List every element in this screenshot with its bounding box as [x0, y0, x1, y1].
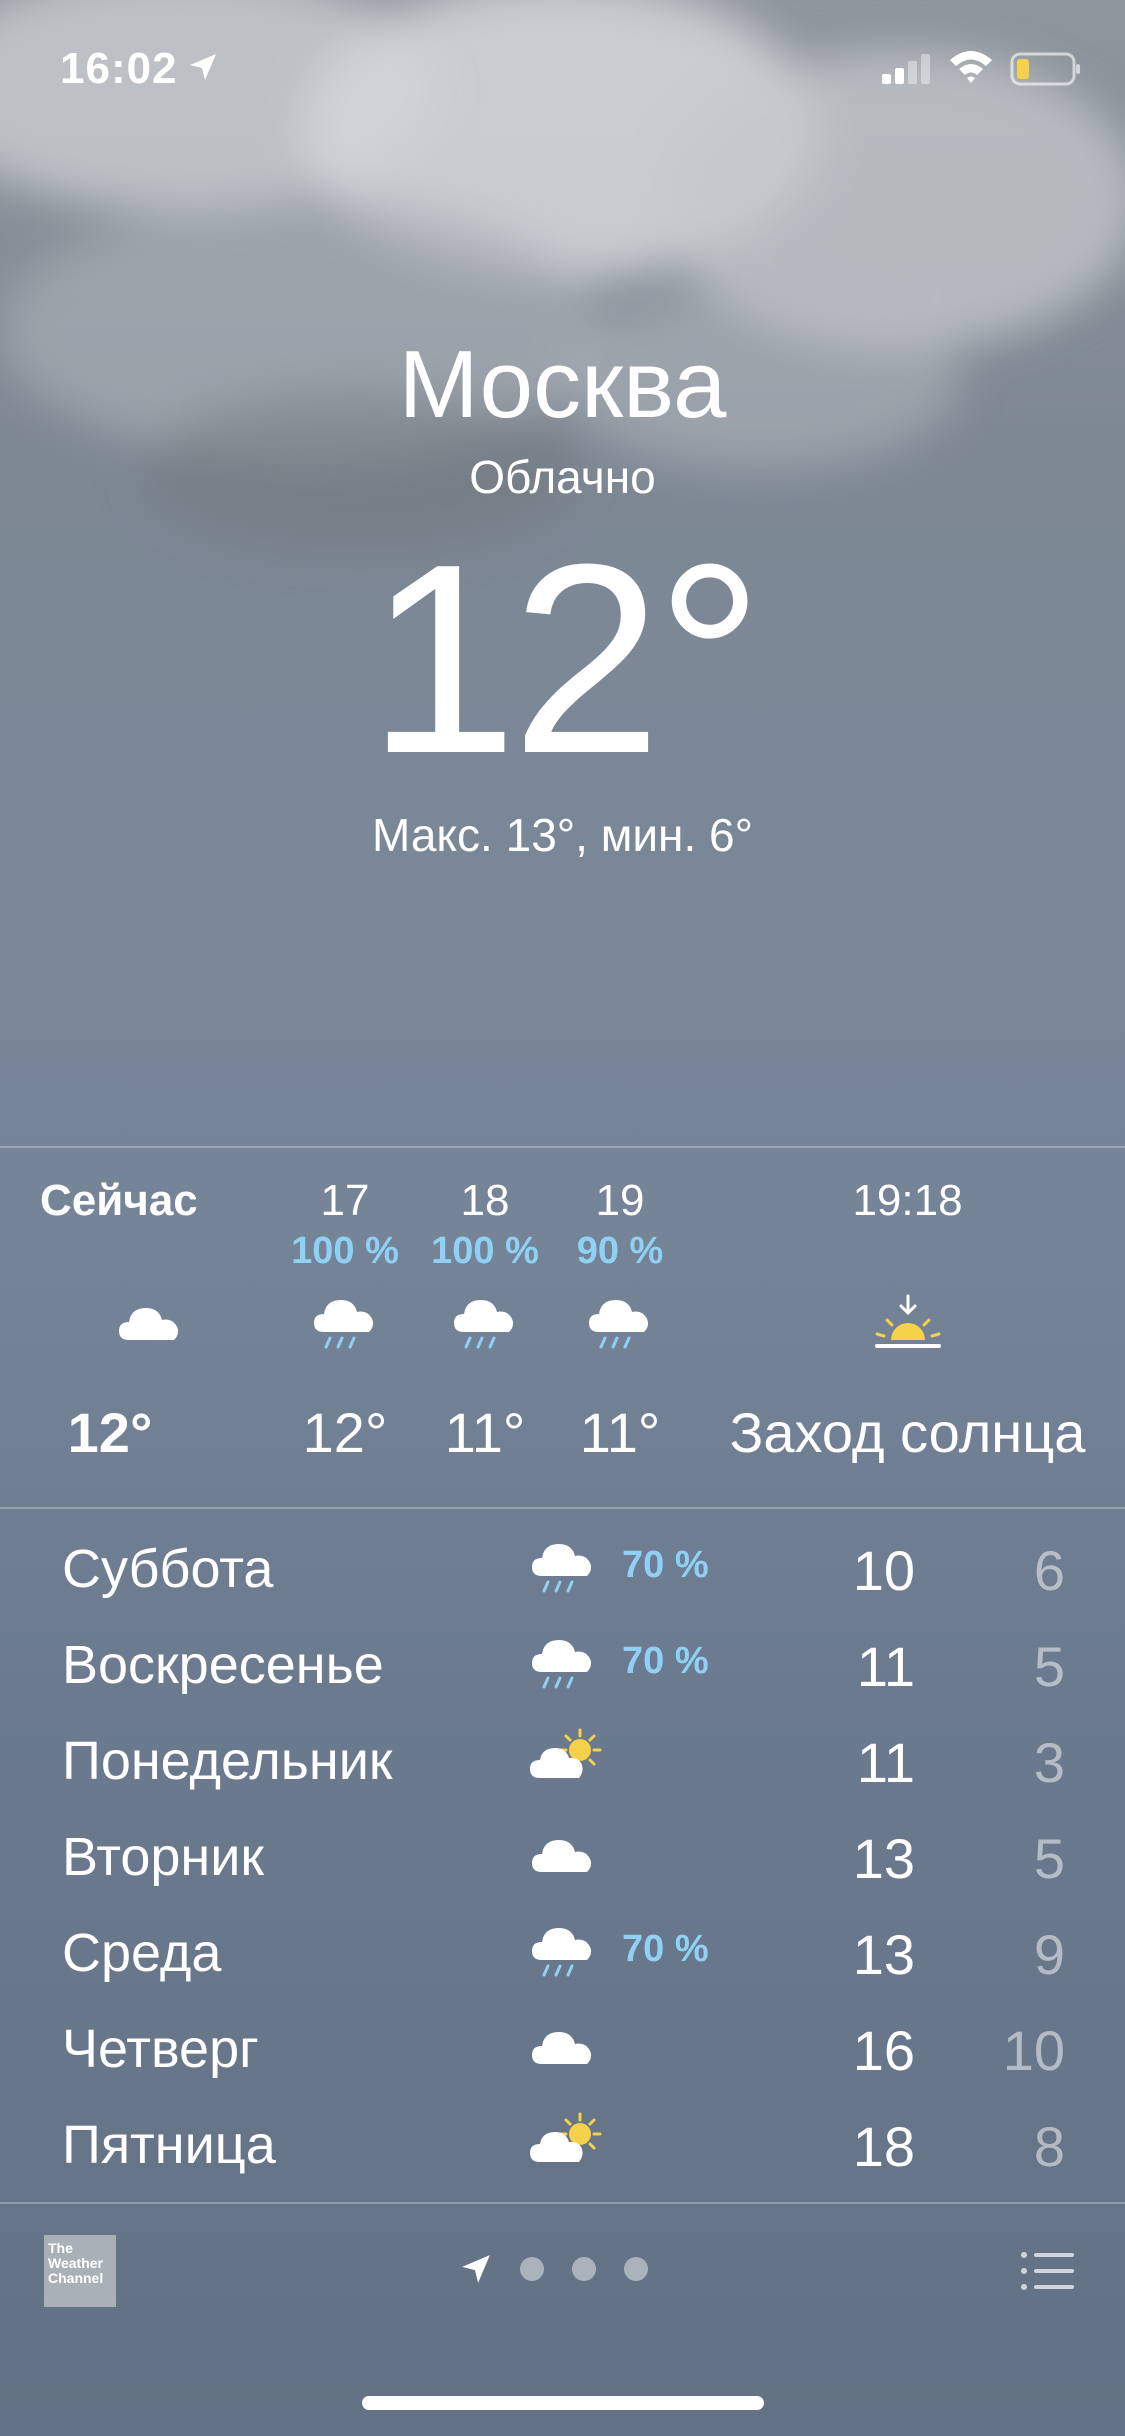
day-name: Вторник	[62, 1827, 265, 1887]
bottom-toolbar: The Weather Channel	[0, 2205, 1125, 2335]
hour-temperature: Заход солнца	[729, 1401, 1086, 1464]
hour-temperature: 11°	[579, 1401, 661, 1464]
precip-chance: 70 %	[622, 1640, 709, 1682]
rain-cloud-icon	[450, 1290, 520, 1365]
hourly-item-sunset: 19:18 Заход солнца	[700, 1150, 1115, 1505]
precip-chance: 70 %	[622, 1544, 709, 1586]
precip-chance: 90 %	[576, 1230, 664, 1272]
battery-icon	[1010, 52, 1080, 86]
high-low-temperature: Макс. 13°, мин. 6°	[371, 809, 753, 861]
hour-temperature: 12°	[302, 1401, 388, 1464]
divider	[0, 1146, 1125, 1148]
day-name: Понедельник	[62, 1731, 393, 1791]
page-dot[interactable]	[520, 2257, 544, 2281]
day-high: 16	[852, 2019, 915, 2082]
hourly-item: 18 100 % 11°	[420, 1150, 550, 1505]
hour-label: 18	[460, 1176, 510, 1225]
city-name: Москва	[398, 331, 727, 438]
divider	[0, 1507, 1125, 1509]
hour-label: 17	[320, 1176, 370, 1225]
day-low: 5	[1033, 1827, 1065, 1890]
hour-label: Сейчас	[40, 1176, 198, 1225]
city-list-icon[interactable]	[1020, 2251, 1076, 2291]
day-name: Среда	[62, 1923, 222, 1983]
hourly-item: Сейчас 12°	[40, 1150, 260, 1505]
hourly-item: 19 90 % 11°	[555, 1150, 685, 1505]
day-low: 3	[1033, 1731, 1065, 1794]
daily-row: Воскресенье 70 % 11 5	[0, 1616, 1125, 1712]
daily-row: Вторник 13 5	[0, 1808, 1125, 1904]
hourly-item: 17 100 % 12°	[280, 1150, 410, 1505]
rain-cloud-icon	[310, 1290, 380, 1365]
rain-cloud-icon	[528, 1630, 598, 1705]
day-high: 13	[852, 1827, 915, 1890]
page-dot[interactable]	[572, 2257, 596, 2281]
daily-row: Среда 70 % 13 9	[0, 1904, 1125, 2000]
cloud-icon	[528, 2014, 598, 2089]
day-high: 11	[856, 1731, 915, 1794]
day-low: 8	[1033, 2115, 1065, 2178]
rain-cloud-icon	[528, 1534, 598, 1609]
day-low: 9	[1033, 1923, 1065, 1986]
hour-temperature: 12°	[67, 1401, 153, 1464]
home-indicator[interactable]	[362, 2396, 764, 2410]
hour-label: 19	[595, 1176, 645, 1225]
weather-channel-logo-button[interactable]: The Weather Channel	[44, 2235, 116, 2307]
cloud-icon	[115, 1290, 185, 1365]
hour-temperature: 11°	[444, 1401, 526, 1464]
status-time: 16:02	[60, 44, 178, 93]
page-indicator[interactable]	[460, 2253, 648, 2285]
day-low: 5	[1033, 1635, 1065, 1698]
location-arrow-icon	[190, 54, 216, 80]
precip-chance: 100 %	[291, 1230, 399, 1272]
day-name: Пятница	[62, 2115, 276, 2175]
current-temperature: 12°	[367, 509, 763, 810]
day-name: Четверг	[62, 2019, 259, 2079]
page-dot[interactable]	[624, 2257, 648, 2281]
daily-row: Пятница 18 8	[0, 2096, 1125, 2192]
day-low: 10	[1002, 2019, 1065, 2082]
day-high: 11	[856, 1635, 915, 1698]
day-name: Суббота	[62, 1539, 274, 1599]
wifi-icon	[950, 51, 992, 83]
hourly-forecast[interactable]: Сейчас 12° 17 100 % 12° 18 100 % 11° 19 …	[0, 1150, 1125, 1505]
cloud-icon	[528, 1822, 598, 1897]
daily-row: Суббота 70 % 10 6	[0, 1520, 1125, 1616]
day-high: 13	[852, 1923, 915, 1986]
rain-cloud-icon	[585, 1290, 655, 1365]
daily-row: Четверг 16 10	[0, 2000, 1125, 2096]
partly-sunny-icon	[528, 2110, 608, 2185]
rain-cloud-icon	[528, 1918, 598, 1993]
daily-row: Понедельник 11 3	[0, 1712, 1125, 1808]
location-arrow-icon[interactable]	[460, 2253, 492, 2285]
day-high: 18	[852, 2115, 915, 2178]
day-high: 10	[852, 1539, 915, 1602]
day-name: Воскресенье	[62, 1635, 384, 1695]
status-bar: 16:02	[0, 0, 1125, 140]
divider	[0, 2202, 1125, 2204]
cellular-signal-icon	[882, 54, 930, 84]
hour-label: 19:18	[852, 1176, 963, 1225]
day-low: 6	[1033, 1539, 1065, 1602]
partly-sunny-icon	[528, 1726, 608, 1801]
precip-chance: 70 %	[622, 1928, 709, 1970]
sunset-icon	[871, 1290, 945, 1365]
current-condition: Облачно	[469, 451, 656, 503]
precip-chance: 100 %	[431, 1230, 539, 1272]
